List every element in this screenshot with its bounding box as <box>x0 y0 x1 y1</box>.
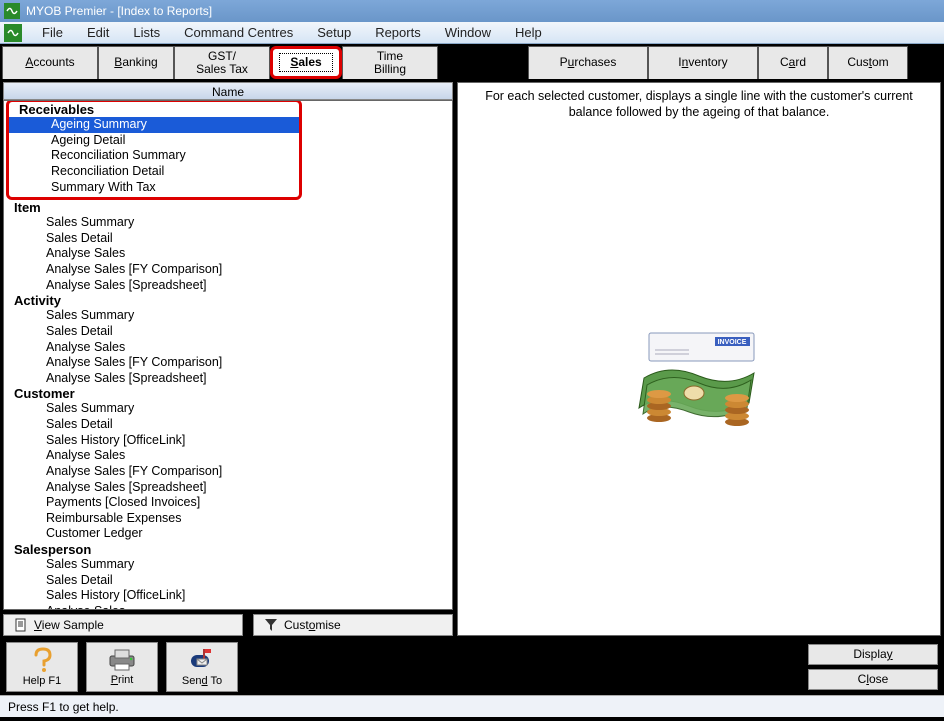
group-salesperson: Salesperson <box>4 542 452 557</box>
list-item[interactable]: Sales Summary <box>4 557 452 573</box>
list-item[interactable]: Reconciliation Detail <box>9 164 299 180</box>
highlighted-receivables-group: Receivables Ageing Summary Ageing Detail… <box>6 101 302 200</box>
send-to-button[interactable]: Send To <box>166 642 238 692</box>
tab-accounts[interactable]: Accounts <box>2 46 98 79</box>
menu-window[interactable]: Window <box>433 25 503 40</box>
list-item[interactable]: Sales Detail <box>4 231 452 247</box>
list-item[interactable]: Sales Summary <box>4 308 452 324</box>
left-panel-buttons: View Sample Customise <box>3 614 453 636</box>
left-panel: Name Receivables Ageing Summary Ageing D… <box>3 82 453 636</box>
menu-help[interactable]: Help <box>503 25 554 40</box>
report-description: For each selected customer, displays a s… <box>468 89 930 120</box>
list-item[interactable]: Analyse Sales <box>4 340 452 356</box>
help-button[interactable]: Help F1 <box>6 642 78 692</box>
list-item[interactable]: Sales Detail <box>4 417 452 433</box>
list-item[interactable]: Sales History [OfficeLink] <box>4 588 452 604</box>
display-button[interactable]: Display <box>808 644 938 665</box>
window-title: MYOB Premier - [Index to Reports] <box>26 4 212 18</box>
list-item[interactable]: Analyse Sales [Spreadsheet] <box>4 278 452 294</box>
list-item[interactable]: Sales Detail <box>4 573 452 589</box>
menu-reports[interactable]: Reports <box>363 25 433 40</box>
group-activity: Activity <box>4 293 452 308</box>
list-item[interactable]: Analyse Sales [FY Comparison] <box>4 262 452 278</box>
document-icon <box>14 618 28 632</box>
close-button[interactable]: Close <box>808 669 938 690</box>
tab-purchases[interactable]: Purchases <box>528 46 648 79</box>
help-icon <box>30 647 54 673</box>
statusbar-text: Press F1 to get help. <box>8 700 119 714</box>
list-item[interactable]: Analyse Sales <box>4 246 452 262</box>
list-item[interactable]: Sales Detail <box>4 324 452 340</box>
list-item[interactable]: Customer Ledger <box>4 526 452 542</box>
list-item[interactable]: Payments [Closed Invoices] <box>4 495 452 511</box>
invoice-illustration: INVOICE <box>619 328 779 438</box>
tab-time-billing[interactable]: Time Billing <box>342 46 438 79</box>
group-receivables: Receivables <box>9 102 299 117</box>
list-item[interactable]: Analyse Sales [Spreadsheet] <box>4 480 452 496</box>
group-customer: Customer <box>4 386 452 401</box>
tab-inventory[interactable]: Inventory <box>648 46 758 79</box>
tab-sales[interactable]: Sales <box>270 46 342 79</box>
right-panel: For each selected customer, displays a s… <box>457 82 941 636</box>
menu-edit[interactable]: Edit <box>75 25 121 40</box>
report-list: Receivables Ageing Summary Ageing Detail… <box>3 100 453 610</box>
main-area: Name Receivables Ageing Summary Ageing D… <box>0 79 944 639</box>
list-item[interactable]: Summary With Tax <box>9 180 299 196</box>
customise-button[interactable]: Customise <box>253 614 453 636</box>
bottom-toolbar: Help F1 Print Send To Display Clos <box>0 639 944 695</box>
list-item[interactable]: Reconciliation Summary <box>9 148 299 164</box>
printer-icon <box>107 648 137 672</box>
print-button[interactable]: Print <box>86 642 158 692</box>
list-item[interactable]: Analyse Sales [FY Comparison] <box>4 464 452 480</box>
list-item[interactable]: Sales Summary <box>4 215 452 231</box>
list-item[interactable]: Ageing Detail <box>9 133 299 149</box>
svg-text:INVOICE: INVOICE <box>718 339 747 346</box>
app-icon <box>4 3 20 19</box>
list-item[interactable]: Analyse Sales [Spreadsheet] <box>4 371 452 387</box>
titlebar: MYOB Premier - [Index to Reports] <box>0 0 944 22</box>
menu-command-centres[interactable]: Command Centres <box>172 25 305 40</box>
group-item: Item <box>4 200 452 215</box>
menu-lists[interactable]: Lists <box>121 25 172 40</box>
tab-gst-sales-tax[interactable]: GST/ Sales Tax <box>174 46 270 79</box>
list-item[interactable]: Analyse Sales [FY Comparison] <box>4 355 452 371</box>
menubar: File Edit Lists Command Centres Setup Re… <box>0 22 944 44</box>
list-item[interactable]: Sales History [OfficeLink] <box>4 433 452 449</box>
tab-banking[interactable]: Banking <box>98 46 174 79</box>
funnel-icon <box>264 618 278 632</box>
report-list-scroll[interactable]: Receivables Ageing Summary Ageing Detail… <box>4 101 452 609</box>
tab-card[interactable]: Card <box>758 46 828 79</box>
menu-setup[interactable]: Setup <box>305 25 363 40</box>
mailbox-icon <box>187 647 217 673</box>
statusbar: Press F1 to get help. <box>0 695 944 717</box>
list-item[interactable]: Reimbursable Expenses <box>4 511 452 527</box>
list-item[interactable]: Analyse Sales <box>4 448 452 464</box>
list-column-header-name[interactable]: Name <box>3 82 453 100</box>
list-item[interactable]: Ageing Summary <box>9 117 299 133</box>
app-icon-small <box>4 24 22 42</box>
toolbar-tabs: Accounts Banking GST/ Sales Tax Sales Ti… <box>0 44 944 79</box>
tab-custom[interactable]: Custom <box>828 46 908 79</box>
view-sample-button[interactable]: View Sample <box>3 614 243 636</box>
list-item[interactable]: Analyse Sales <box>4 604 452 609</box>
list-item[interactable]: Sales Summary <box>4 401 452 417</box>
menu-file[interactable]: File <box>30 25 75 40</box>
